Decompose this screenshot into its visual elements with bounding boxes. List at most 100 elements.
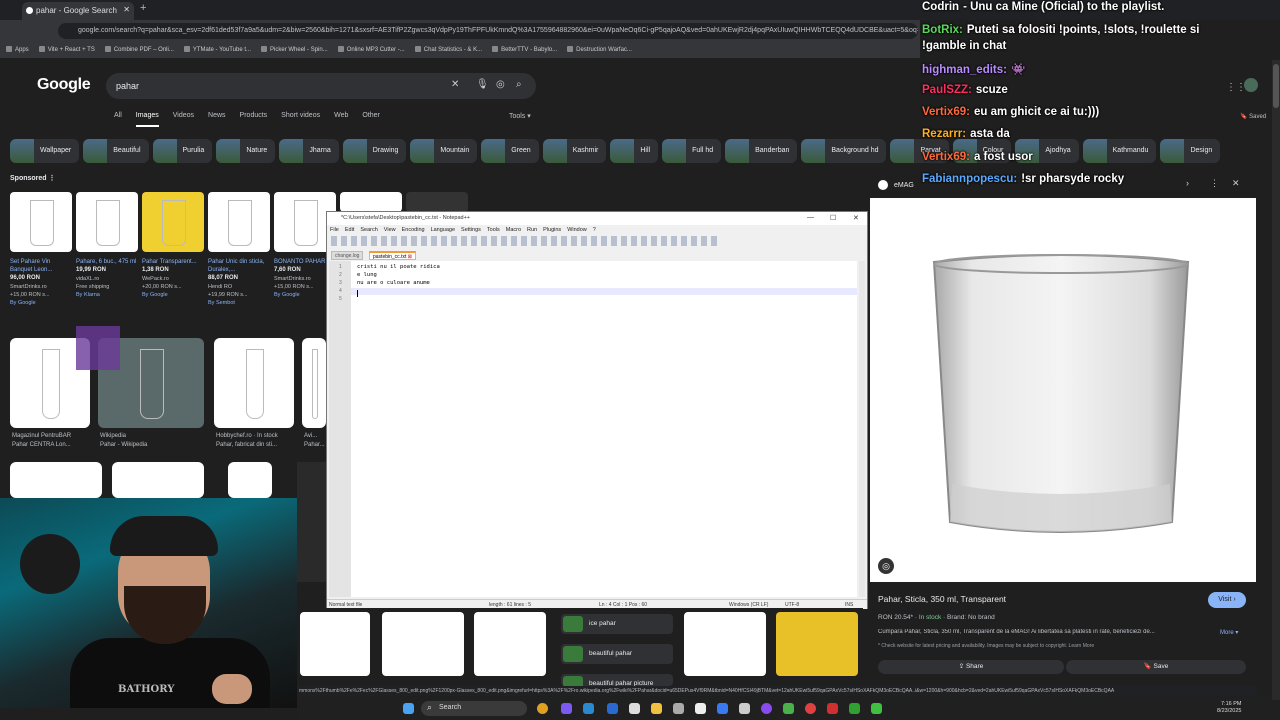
result-image[interactable] bbox=[228, 462, 272, 498]
menu-macro[interactable]: Macro bbox=[506, 227, 521, 233]
chip-purulia[interactable]: Purulia bbox=[152, 139, 213, 163]
maximize-icon[interactable]: ☐ bbox=[830, 214, 836, 222]
app-icon[interactable] bbox=[717, 703, 728, 714]
menu-edit[interactable]: Edit bbox=[345, 227, 354, 233]
start-icon[interactable] bbox=[403, 703, 414, 714]
chrome-icon[interactable] bbox=[537, 703, 548, 714]
code-line[interactable]: e lung bbox=[357, 272, 377, 278]
product-provider[interactable]: By Klarna bbox=[76, 291, 138, 300]
menu-search[interactable]: Search bbox=[360, 227, 377, 233]
result-caption[interactable]: Wikipedia Pahar - Wikipedia bbox=[100, 432, 147, 450]
code-line[interactable]: nu are o culoare anume bbox=[357, 280, 430, 286]
app-icon[interactable] bbox=[673, 703, 684, 714]
app-icon[interactable] bbox=[629, 703, 640, 714]
product-provider[interactable]: By Google bbox=[10, 299, 72, 308]
related-search[interactable]: ice pahar bbox=[561, 614, 673, 634]
discord-icon[interactable] bbox=[561, 703, 572, 714]
notepad-editor[interactable]: 1 cristi nu il poate ridica 2 e lung 3 nu are… bbox=[329, 261, 857, 597]
menu-settings[interactable]: Settings bbox=[461, 227, 481, 233]
minimize-icon[interactable]: — bbox=[807, 214, 814, 221]
product-card[interactable]: Set Pahare Vin Banquet Leon... 96,00 RON S… bbox=[10, 192, 72, 308]
saved-link[interactable]: 🔖 Saved bbox=[1240, 113, 1266, 120]
tab-web[interactable]: Web bbox=[334, 112, 348, 119]
code-line[interactable]: cristi nu il poate ridica bbox=[357, 264, 440, 270]
chip-beautiful[interactable]: Beautiful bbox=[83, 139, 149, 163]
tab-news[interactable]: News bbox=[208, 112, 226, 119]
menu-window[interactable]: Window bbox=[567, 227, 587, 233]
explorer-icon[interactable] bbox=[651, 703, 662, 714]
product-image[interactable] bbox=[340, 192, 402, 212]
tools-button[interactable]: Tools ▾ bbox=[509, 112, 531, 120]
product-image[interactable] bbox=[10, 192, 72, 252]
xbox-icon[interactable] bbox=[783, 703, 794, 714]
lens-icon[interactable]: ◎ bbox=[496, 79, 505, 90]
result-image[interactable] bbox=[474, 612, 546, 676]
app-icon[interactable] bbox=[871, 703, 882, 714]
mic-icon[interactable]: 🎙 bbox=[476, 79, 489, 90]
file-tab-pastebin[interactable]: pastebin_cc.txt ⊠ bbox=[369, 251, 416, 260]
app-icon[interactable] bbox=[739, 703, 750, 714]
chip-design[interactable]: Design bbox=[1160, 139, 1221, 163]
chip-kathmandu[interactable]: Kathmandu bbox=[1082, 139, 1157, 163]
chip-wallpaper[interactable]: Wallpaper bbox=[10, 139, 80, 163]
bookmark-item[interactable]: Chat Statistics - & K... bbox=[415, 47, 482, 53]
menu-tools[interactable]: Tools bbox=[487, 227, 500, 233]
chip-kashmir[interactable]: Kashmir bbox=[542, 139, 607, 163]
product-title[interactable]: Pahar Unic din sticla, Duralex,... bbox=[208, 258, 270, 274]
chip-banderban[interactable]: Banderban bbox=[725, 139, 798, 163]
menu-run[interactable]: Run bbox=[527, 227, 537, 233]
bookmark-item[interactable]: YTMate - YouTube t... bbox=[184, 47, 251, 53]
google-logo[interactable]: Google bbox=[37, 76, 91, 94]
search-box[interactable]: pahar ✕ 🎙 ◎ ⌕ bbox=[106, 73, 536, 99]
more-options-icon[interactable]: ⋮ bbox=[1210, 178, 1219, 189]
scrollbar-thumb[interactable] bbox=[1273, 64, 1279, 108]
bookmark-item[interactable]: BetterTTV - Babylo... bbox=[492, 47, 557, 53]
menu-plugins[interactable]: Plugins bbox=[543, 227, 561, 233]
tab-videos[interactable]: Videos bbox=[173, 112, 194, 119]
result-image[interactable] bbox=[297, 462, 326, 582]
taskbar-search[interactable]: Search bbox=[421, 701, 527, 716]
avatar[interactable] bbox=[1244, 78, 1258, 92]
notepad-title-bar[interactable]: *C:\Users\stefa\Desktop\pastebin_cc.txt … bbox=[327, 212, 867, 225]
result-image[interactable] bbox=[214, 338, 294, 428]
notepad-scrollbar[interactable] bbox=[859, 261, 865, 597]
clear-icon[interactable]: ✕ bbox=[451, 79, 459, 90]
new-tab-icon[interactable]: + bbox=[140, 2, 146, 14]
chip-drawing[interactable]: Drawing bbox=[342, 139, 407, 163]
preview-source[interactable]: eMAG bbox=[878, 180, 914, 190]
browser-tab[interactable]: pahar - Google Search ✕ bbox=[22, 2, 134, 20]
obs-icon[interactable] bbox=[761, 703, 772, 714]
result-image[interactable] bbox=[112, 462, 204, 498]
tab-products[interactable]: Products bbox=[240, 112, 268, 119]
close-icon[interactable]: ✕ bbox=[853, 214, 859, 222]
more-button[interactable]: More ▾ bbox=[1220, 629, 1238, 636]
result-image[interactable] bbox=[382, 612, 464, 676]
product-card[interactable]: Pahar Unic din sticla, Duralex,... 88,07 … bbox=[208, 192, 270, 308]
product-card[interactable]: Pahar Transparent... 1,38 RON WePack.ro +20… bbox=[142, 192, 204, 300]
bookmark-item[interactable]: Apps bbox=[6, 47, 29, 53]
product-title[interactable]: Pahar Transparent... bbox=[142, 258, 204, 266]
result-image[interactable] bbox=[300, 612, 370, 676]
menu-encoding[interactable]: Encoding bbox=[402, 227, 425, 233]
clock[interactable]: 7:16 PM 8/23/2025 bbox=[1217, 701, 1241, 715]
vscode-icon[interactable] bbox=[583, 703, 594, 714]
result-caption[interactable]: Hobbychef.ro · In stock Pahar, fabricat d… bbox=[216, 432, 278, 450]
tab-all[interactable]: All bbox=[114, 112, 122, 119]
bookmark-item[interactable]: Picker Wheel - Spin... bbox=[261, 47, 328, 53]
save-button[interactable]: 🔖 Save bbox=[1066, 660, 1246, 674]
bookmark-item[interactable]: Vite + React + TS bbox=[39, 47, 95, 53]
menu-view[interactable]: View bbox=[384, 227, 396, 233]
chip-background-hd[interactable]: Background hd bbox=[801, 139, 887, 163]
app-icon[interactable] bbox=[805, 703, 816, 714]
tab-images[interactable]: Images bbox=[135, 112, 159, 127]
result-caption[interactable]: Avi... Pahar... bbox=[304, 432, 326, 450]
notepad-toolbar[interactable] bbox=[331, 236, 721, 246]
search-input[interactable]: pahar bbox=[116, 81, 139, 91]
result-caption[interactable]: Magazinul PentruBAR Pahar CENTRA Lon... bbox=[12, 432, 71, 450]
result-image[interactable] bbox=[684, 612, 766, 676]
menu-file[interactable]: File bbox=[330, 227, 339, 233]
related-search[interactable]: beautiful pahar bbox=[561, 644, 673, 664]
product-provider[interactable]: By Sembot bbox=[208, 299, 270, 308]
product-card[interactable]: Pahare, 6 buc., 475 ml 19,99 RON vidaXL.ro… bbox=[76, 192, 138, 300]
close-file-icon[interactable]: ⊠ bbox=[408, 254, 412, 260]
